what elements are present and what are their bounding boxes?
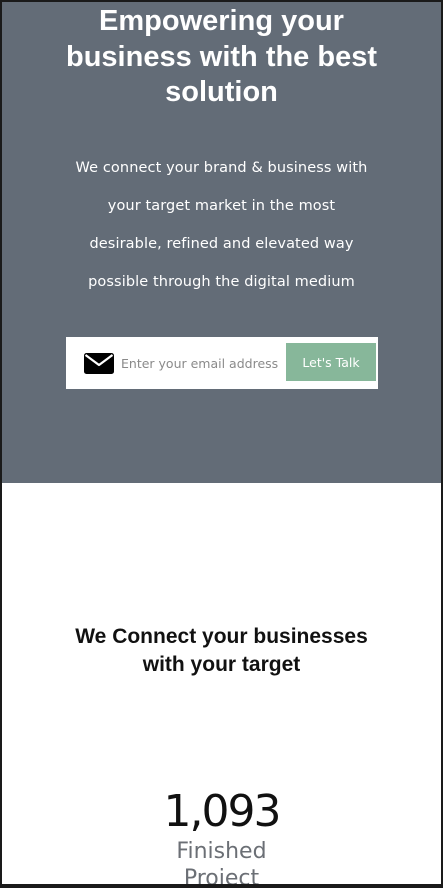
hero-title-line: business with the best <box>66 40 377 73</box>
hero-subtitle-line: We connect your brand & business with <box>75 160 368 176</box>
stat-label-line: Finished <box>176 839 267 864</box>
hero-subtitle-line: possible through the digital medium <box>88 274 355 290</box>
email-signup-form: Let's Talk <box>66 337 378 389</box>
hero-title-line: Empowering your <box>99 5 344 37</box>
page-frame: Empowering your business with the best s… <box>2 2 441 884</box>
hero-subtitle-line: desirable, refined and elevated way <box>89 236 354 252</box>
lets-talk-button[interactable]: Let's Talk <box>286 343 376 381</box>
section-title: We Connect your businesses with your tar… <box>2 623 441 679</box>
hero-title-line: solution <box>165 76 278 108</box>
hero-subtitle: We connect your brand & business with yo… <box>2 149 441 301</box>
section-title-line: We Connect your businesses <box>75 625 368 648</box>
hero-section: Empowering your business with the best s… <box>2 2 441 483</box>
hero-title: Empowering your business with the best s… <box>2 4 441 111</box>
email-input[interactable] <box>121 349 283 377</box>
stat-label: Finished Project <box>152 838 291 884</box>
stat-label-line: Project <box>183 866 260 884</box>
stat-value: 1,093 <box>163 786 282 837</box>
hero-subtitle-line: your target market in the most <box>107 198 336 214</box>
section-title-line: with your target <box>142 653 301 676</box>
envelope-icon <box>84 353 114 374</box>
